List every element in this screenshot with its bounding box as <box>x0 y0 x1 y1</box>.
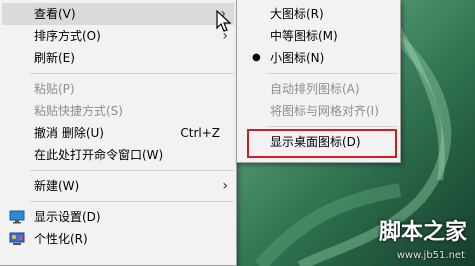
menu-item-paste-label: 粘贴(P) <box>34 82 75 96</box>
submenu-item-medium-icons[interactable]: 中等图标(M) <box>237 25 400 47</box>
menu-item-view-label: 查看(V) <box>34 7 76 21</box>
menu-item-personalize[interactable]: 个性化(R) <box>0 228 236 250</box>
menu-item-display-settings-label: 显示设置(D) <box>34 210 101 224</box>
menu-item-paste: 粘贴(P) <box>0 78 236 100</box>
submenu-item-show-desktop-icons[interactable]: 显示桌面图标(D) <box>237 131 400 153</box>
submenu-item-align-grid-label: 将图标与网格对齐(I) <box>270 104 379 118</box>
personalize-icon <box>9 232 25 245</box>
menu-item-sort-by-label: 排序方式(O) <box>34 29 101 43</box>
watermark-text: 脚本之家 <box>378 219 467 245</box>
menu-separator <box>267 73 398 74</box>
submenu-item-show-desktop-icons-label: 显示桌面图标(D) <box>270 135 361 149</box>
chevron-right-icon: › <box>222 178 228 194</box>
submenu-item-large-icons-label: 大图标(R) <box>270 7 324 21</box>
menu-item-open-cmd-label: 在此处打开命令窗口(W) <box>34 148 164 162</box>
menu-item-refresh-label: 刷新(E) <box>34 51 75 65</box>
menu-item-personalize-label: 个性化(R) <box>34 232 88 246</box>
menu-item-undo-delete-label: 撤消 删除(U) <box>34 126 104 140</box>
menu-item-display-settings[interactable]: 显示设置(D) <box>0 206 236 228</box>
menu-item-view[interactable]: 查看(V) › <box>2 3 234 25</box>
mouse-cursor-icon <box>216 10 232 32</box>
menu-item-new-label: 新建(W) <box>34 179 80 193</box>
submenu-item-align-grid: 将图标与网格对齐(I) <box>237 100 400 122</box>
submenu-item-large-icons[interactable]: 大图标(R) <box>237 3 400 25</box>
menu-separator <box>30 73 234 74</box>
bullet-icon: ● <box>252 52 261 63</box>
menu-separator <box>267 126 398 127</box>
submenu-item-auto-arrange: 自动排列图标(A) <box>237 78 400 100</box>
submenu-item-small-icons-label: 小图标(N) <box>270 51 325 65</box>
menu-item-paste-shortcut: 粘贴快捷方式(S) <box>0 100 236 122</box>
menu-item-open-cmd[interactable]: 在此处打开命令窗口(W) <box>0 144 236 166</box>
submenu-item-small-icons[interactable]: ● 小图标(N) <box>237 47 400 69</box>
menu-item-paste-shortcut-label: 粘贴快捷方式(S) <box>34 104 123 118</box>
undo-shortcut-hint: Ctrl+Z <box>180 126 220 140</box>
submenu-item-medium-icons-label: 中等图标(M) <box>270 29 338 43</box>
menu-item-undo-delete[interactable]: 撤消 删除(U) Ctrl+Z <box>0 122 236 144</box>
desktop-context-menu: 查看(V) › 排序方式(O) › 刷新(E) 粘贴(P) 粘贴快捷方式(S) … <box>0 0 237 266</box>
menu-separator <box>30 201 234 202</box>
menu-separator <box>30 170 234 171</box>
menu-item-refresh[interactable]: 刷新(E) <box>0 47 236 69</box>
display-icon <box>9 210 25 224</box>
menu-item-sort-by[interactable]: 排序方式(O) › <box>0 25 236 47</box>
menu-item-new[interactable]: 新建(W) › <box>0 175 236 197</box>
view-submenu: 大图标(R) 中等图标(M) ● 小图标(N) 自动排列图标(A) 将图标与网格… <box>236 0 401 163</box>
watermark-url: www.jb51.net <box>396 250 465 261</box>
submenu-item-auto-arrange-label: 自动排列图标(A) <box>270 82 360 96</box>
